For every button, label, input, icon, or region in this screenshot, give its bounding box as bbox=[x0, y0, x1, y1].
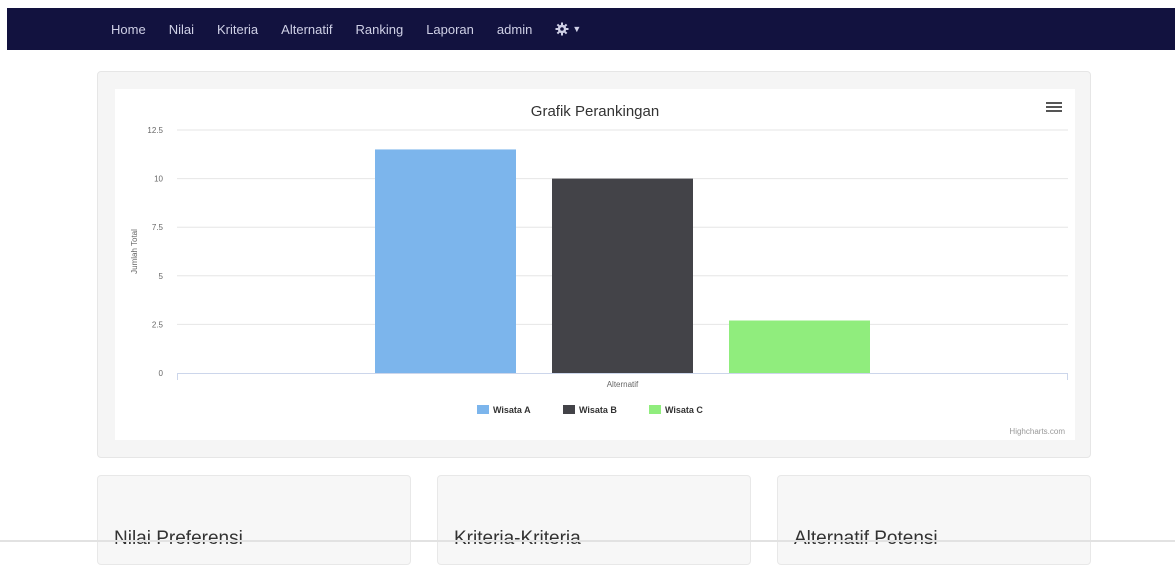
panel-nilai-preferensi: Nilai Preferensi bbox=[97, 475, 411, 565]
legend-item-label: Wisata A bbox=[493, 405, 531, 415]
y-tick-label: 0 bbox=[159, 369, 164, 378]
nav-links: Home Nilai Kriteria Alternatif Ranking L… bbox=[111, 8, 581, 50]
legend-item-label: Wisata C bbox=[665, 405, 703, 415]
nav-kriteria[interactable]: Kriteria bbox=[217, 22, 258, 37]
nav-laporan[interactable]: Laporan bbox=[426, 22, 474, 37]
nav-admin[interactable]: admin bbox=[497, 22, 532, 37]
nav-home[interactable]: Home bbox=[111, 22, 146, 37]
gear-icon bbox=[555, 22, 569, 36]
nav-alternatif[interactable]: Alternatif bbox=[281, 22, 332, 37]
chart-canvas: 0 2.5 5 7.5 10 12.5 Alternatif Jumlah Total Wisa… bbox=[130, 126, 1068, 415]
panel-alternatif: Alternatif Potensi bbox=[777, 475, 1091, 565]
legend-swatch bbox=[649, 405, 661, 414]
panel-kriteria: Kriteria-Kriteria bbox=[437, 475, 751, 565]
x-axis-label: Alternatif bbox=[607, 380, 639, 389]
y-axis-label: Jumlah Total bbox=[130, 229, 139, 274]
ranking-chart: Grafik Perankingan 0 2.5 5 7.5 10 12.5 Alterna… bbox=[115, 89, 1075, 440]
legend-swatch bbox=[563, 405, 575, 414]
y-tick-label: 12.5 bbox=[147, 126, 163, 135]
bar-wisata-b bbox=[552, 178, 693, 373]
settings-dropdown[interactable]: ▼ bbox=[555, 22, 581, 36]
chart-credits[interactable]: Highcharts.com bbox=[1009, 427, 1065, 436]
panel-title: Nilai Preferensi bbox=[114, 528, 243, 549]
y-tick-label: 10 bbox=[154, 175, 163, 184]
bar-wisata-a bbox=[375, 149, 516, 373]
legend-swatch bbox=[477, 405, 489, 414]
y-tick-label: 2.5 bbox=[152, 320, 164, 329]
nav-ranking[interactable]: Ranking bbox=[355, 22, 403, 37]
bar-wisata-c bbox=[729, 320, 870, 373]
panel-title: Kriteria-Kriteria bbox=[454, 528, 581, 549]
legend-item-label: Wisata B bbox=[579, 405, 617, 415]
y-tick-label: 5 bbox=[159, 272, 164, 281]
panel-title: Alternatif Potensi bbox=[794, 528, 938, 549]
y-tick-label: 7.5 bbox=[152, 223, 164, 232]
top-navbar: Home Nilai Kriteria Alternatif Ranking L… bbox=[7, 8, 1175, 50]
nav-nilai[interactable]: Nilai bbox=[169, 22, 194, 37]
chevron-down-icon: ▼ bbox=[572, 24, 582, 34]
